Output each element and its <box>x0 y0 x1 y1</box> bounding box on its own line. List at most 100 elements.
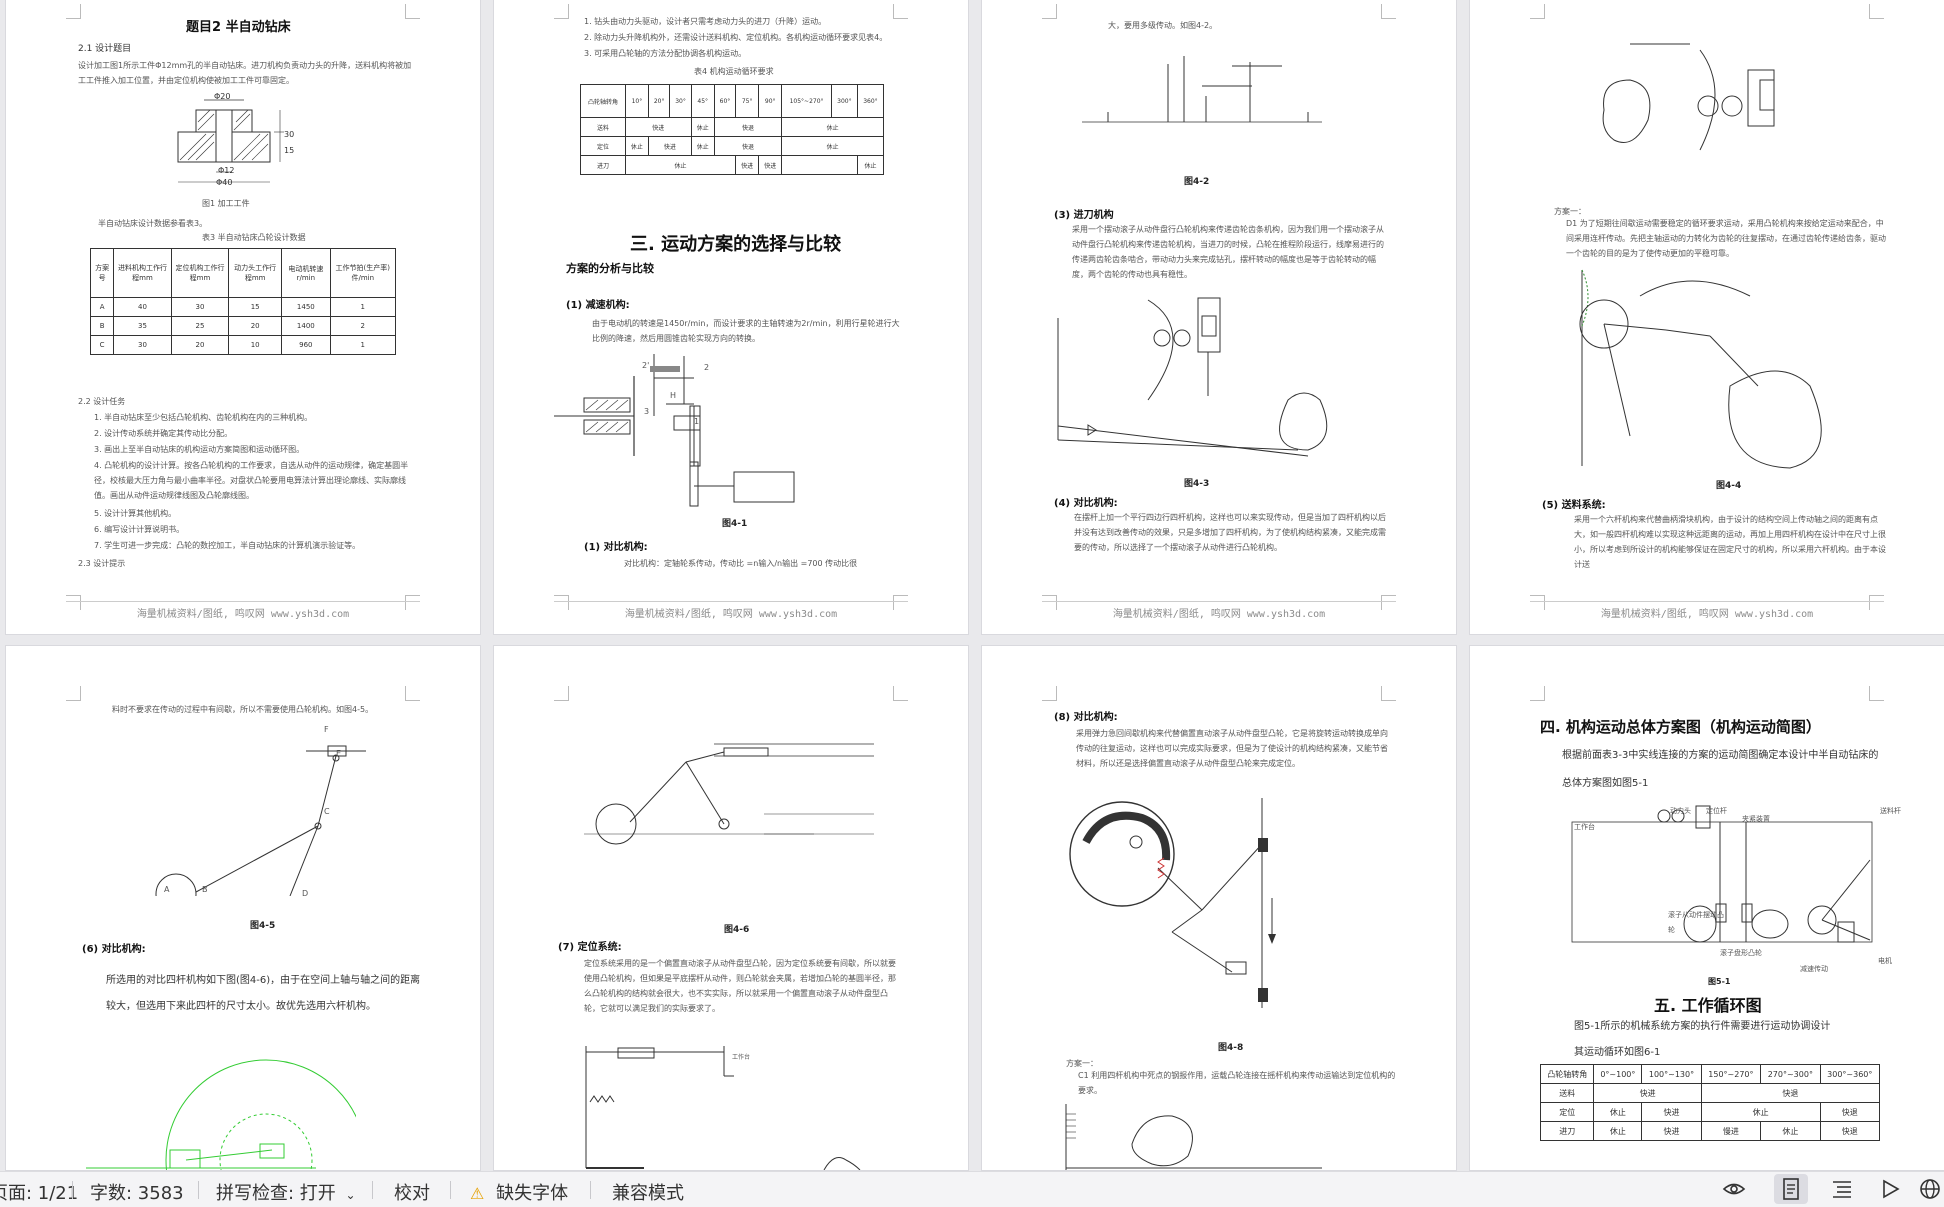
diagram-label: 定位杆 <box>1706 807 1727 815</box>
table-cell: 休止 <box>856 155 885 175</box>
cam-positioning-diagram <box>1065 1104 1322 1170</box>
section-heading: 四. 机构运动总体方案图（机构运动简图） <box>1540 718 1821 736</box>
task-item: 3. 画出上至半自动钻床的机构运动方案简图和运动循环图。 <box>94 445 305 454</box>
table-cell: 休止 <box>690 136 715 156</box>
diagram-label: 工作台 <box>1574 823 1595 831</box>
table-cell: 10 <box>228 335 283 355</box>
table-row: B 35 25 20 1400 2 <box>89 316 397 336</box>
table-cell: 快进 <box>1641 1121 1702 1141</box>
diagram-label: 2 <box>704 363 710 372</box>
figure-caption: 图4-2 <box>1184 177 1210 187</box>
table-cell: 40 <box>113 297 172 317</box>
sub-heading: (7) 定位系统: <box>558 942 622 953</box>
task-item: 7. 学生可进一步完成：凸轮的数控加工，半自动钻床的计算机演示验证等。 <box>94 541 361 550</box>
table-cell: 快进 <box>735 155 760 175</box>
dimension-label: Φ40 <box>216 178 233 187</box>
missing-fonts-label: 缺失字体 <box>496 1183 569 1204</box>
table-cell: 105°~270° <box>781 84 832 118</box>
table-cell: 90° <box>758 84 783 118</box>
diagram-label: 滚子从动件摆动凸轮 <box>1668 911 1724 934</box>
figure-caption: 图4-1 <box>722 519 748 529</box>
missing-fonts-button[interactable]: ⚠ 缺失字体 <box>470 1179 568 1205</box>
dimension-label: Φ20 <box>214 92 231 101</box>
table-row: 定位 休止 快进 休止 快退 休止 <box>580 136 884 156</box>
page-view-button[interactable] <box>1774 1174 1808 1204</box>
table-cell: 35 <box>113 316 172 336</box>
table-cell: 25 <box>170 316 230 336</box>
table-cell: 270°~300° <box>1760 1064 1821 1084</box>
table-row: 进刀 休止 快进 慢进 休止 快退 <box>1539 1121 1881 1141</box>
paragraph: 大，要用多级传动。如图4-2。 <box>1108 21 1218 30</box>
word-count[interactable]: 字数: 3583 <box>90 1179 184 1205</box>
page-thumbnail-7[interactable]: (8) 对比机构: 采用弹力急回间歇机构来代替偏置直动滚子从动件盘型凸轮，它是将… <box>982 646 1456 1170</box>
section-heading: 2.3 设计提示 <box>78 559 126 568</box>
table-cell: A <box>89 297 115 317</box>
table-cell: 休止 <box>1760 1121 1821 1141</box>
table-cell: 凸轮轴转角 <box>1539 1064 1595 1084</box>
page-thumbnail-1[interactable]: 题目2 半自动钻床 2.1 设计题目 设计加工图1所示工件Φ12mm孔的半自动钻… <box>6 0 480 634</box>
paragraph: 由于电动机的转速是1450r/min，而设计要求的主轴转速为2r/min，利用行… <box>592 319 900 343</box>
diagram-label: 1 <box>694 417 700 426</box>
table-cell: 慢进 <box>1700 1121 1762 1141</box>
table-cell: 快退 <box>713 136 783 156</box>
task-item: 1. 半自动钻床至少包括凸轮机构、齿轮机构在内的三种机构。 <box>94 413 313 422</box>
outline-view-icon[interactable] <box>1830 1177 1854 1201</box>
gear-train-diagram <box>1082 56 1322 123</box>
table-cell: 快进 <box>758 155 783 175</box>
diagram-label: 2' <box>642 361 650 370</box>
compat-mode-label[interactable]: 兼容模式 <box>612 1179 684 1205</box>
table-header-cell: 工作节拍(生产率)件/min <box>329 248 397 298</box>
page-thumbnail-6[interactable]: 图4-6 (7) 定位系统: 定位系统采用的是一个偏置直动滚子从动件盘型凸轮，因… <box>494 646 968 1170</box>
table-row: 进刀 休止 快进 快进 休止 <box>580 155 885 175</box>
workpiece-drawing <box>177 99 284 183</box>
table-cell: 20 <box>228 316 283 336</box>
table-cell: 1450 <box>281 297 331 317</box>
work-cycle-table: 凸轮轴转角 0°~100° 100°~130° 150°~270° 270°~300° 3… <box>1539 1064 1881 1141</box>
web-layout-icon[interactable] <box>1918 1177 1942 1201</box>
page-thumbnail-4[interactable]: 方案一： D1 为了短期往间歇运动需要稳定的循环要求运动，采用凸轮机构来按给定运… <box>1470 0 1944 634</box>
diagram-label: 送料杆 <box>1880 807 1901 815</box>
table-header-cell: 定位机构工作行程mm <box>170 248 230 298</box>
bullet-item: D1 为了短期往间歇运动需要稳定的循环要求运动，采用凸轮机构来按给定运动来配合，… <box>1566 219 1886 258</box>
table-cell: 送料 <box>1539 1083 1595 1103</box>
page-thumbnail-3[interactable]: 大，要用多级传动。如图4-2。 图4-2 (3) 进刀机构 采用一个摆动滚子从动… <box>982 0 1456 634</box>
figure-caption: 图5-1 <box>1708 977 1731 986</box>
diagram-label: F <box>324 725 329 734</box>
spell-check-toggle[interactable]: 拼写检查: 打开 ⌄ <box>216 1179 356 1205</box>
table-cell: 20° <box>647 84 671 118</box>
table-cell: 快退 <box>713 117 783 137</box>
eye-icon[interactable] <box>1722 1177 1746 1201</box>
watermark: 海量机械资料/图纸, 鸣叹网 www.ysh3d.com <box>6 601 480 620</box>
table-cell: 快退 <box>1819 1121 1881 1141</box>
table-row: 定位 休止 快进 休止 快退 <box>1539 1102 1881 1122</box>
paragraph: 设计加工图1所示工件Φ12mm孔的半自动钻床。进刀机构负责动力头的升降，送料机构… <box>78 61 412 85</box>
sub-heading: (5) 送料系统: <box>1542 500 1606 511</box>
page-thumbnail-8[interactable]: 四. 机构运动总体方案图（机构运动简图） 根据前面表3-3中实线连接的方案的运动… <box>1470 646 1944 1170</box>
figure-caption: 图4-8 <box>1218 1043 1244 1053</box>
table-cell: 进刀 <box>1539 1121 1595 1141</box>
diagram-label: 电机 <box>1878 957 1892 965</box>
bullet-item: C1 利用四杆机构中死点的钢报作用，运载凸轮连接在摇杆机构来传动运输达到定位机构… <box>1078 1071 1396 1095</box>
page-indicator[interactable]: 页面: 1/21 <box>0 1179 78 1205</box>
table-cell: 快进 <box>647 136 692 156</box>
table-cell: 10° <box>624 84 649 118</box>
table-cell: 0°~100° <box>1593 1064 1643 1084</box>
paragraph: 根据前面表3-3中实线连接的方案的运动简图确定本设计中半自动钻床的总体方案图如图… <box>1562 750 1879 789</box>
proofread-button[interactable]: 校对 <box>394 1179 430 1205</box>
diagram-label: A <box>164 885 170 894</box>
diagram-label: B <box>202 885 208 894</box>
paragraph: 所选用的对比四杆机构如下图(图4-6)，由于在空间上轴与轴之间的距离较大，但选用… <box>106 975 421 1012</box>
figure-caption: 图4-3 <box>1184 479 1210 489</box>
table-cell: 休止 <box>690 117 715 137</box>
page-thumbnail-2[interactable]: 1. 钻头由动力头驱动，设计者只需考虑动力头的进刀（升降）运动。 2. 除动力头… <box>494 0 968 634</box>
table-cell: 送料 <box>580 117 626 137</box>
paragraph: 料时不要求在传动的过程中有间歇，所以不需要使用凸轮机构。如图4-5。 <box>112 705 374 714</box>
table-cell: 15 <box>228 297 283 317</box>
diagram-label: C <box>324 807 330 816</box>
table-cell: 休止 <box>1700 1102 1821 1122</box>
table-cell: 快进 <box>624 117 692 137</box>
table-cell: 360° <box>856 84 885 118</box>
play-icon[interactable] <box>1878 1177 1902 1201</box>
table-cell: 300°~360° <box>1819 1064 1881 1084</box>
page-thumbnail-5[interactable]: 料时不要求在传动的过程中有间歇，所以不需要使用凸轮机构。如图4-5。 F E C… <box>6 646 480 1170</box>
